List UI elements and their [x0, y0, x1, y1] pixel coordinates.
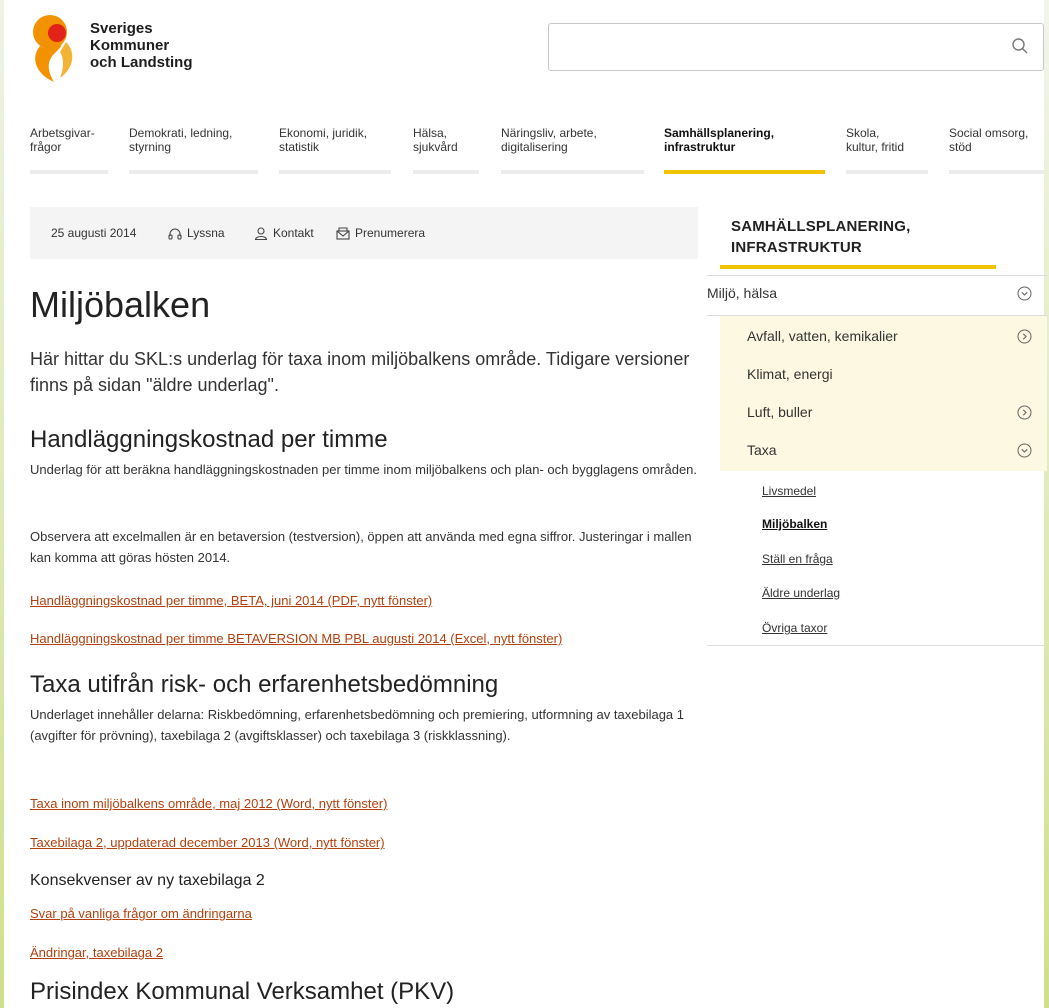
section-heading: Handläggningskostnad per timme [30, 426, 388, 453]
page-title: Miljöbalken [30, 284, 211, 325]
sidebar-subitem-livsmedel[interactable]: Livsmedel [762, 484, 816, 498]
chevron-right-circle-icon[interactable] [1017, 405, 1032, 420]
logo-line-1: Sveriges [90, 20, 153, 37]
document-link[interactable]: Taxebilaga 2, uppdaterad december 2013 (… [30, 835, 385, 850]
sidebar-heading-text: SAMHÄLLSPLANERING, INFRASTRUKTUR [731, 218, 911, 256]
logo-line-3: och Landsting [90, 54, 193, 71]
main-navigation: Arbetsgivar- frågor Demokrati, ledning, … [30, 126, 1049, 176]
subscribe-label: Prenumerera [355, 226, 426, 240]
sidebar-subitem-ovriga-taxor[interactable]: Övriga taxor [762, 621, 827, 635]
nav-item-underline [949, 170, 1044, 174]
sidebar-item-taxa[interactable]: Taxa [707, 432, 1047, 469]
sidebar-item-label: Klimat, energi [747, 366, 833, 382]
nav-item-demokrati[interactable]: Demokrati, ledning, styrning [129, 126, 258, 174]
contact-label: Kontakt [273, 226, 314, 240]
sidebar-subitem-aldre-underlag[interactable]: Äldre underlag [762, 586, 840, 600]
document-link[interactable]: Handläggningskostnad per timme, BETA, ju… [30, 593, 432, 608]
document-link[interactable]: Handläggningskostnad per timme BETAVERSI… [30, 631, 562, 646]
nav-item-underline [129, 170, 258, 174]
nav-item-underline [501, 170, 644, 174]
related-link[interactable]: Svar på vanliga frågor om ändringarna [30, 906, 252, 921]
paragraph: Underlag för att beräkna handläggningsko… [30, 462, 698, 477]
nav-item-naringsliv[interactable]: Näringsliv, arbete, digitalisering [501, 126, 644, 174]
sidebar-divider [707, 645, 1047, 646]
nav-item-underline [279, 170, 391, 174]
sidebar-subitem-stall-en-fraga[interactable]: Ställ en fråga [762, 552, 833, 566]
listen-label: Lyssna [187, 226, 225, 240]
publish-date-text: 25 augusti 2014 [51, 226, 137, 240]
contact-button[interactable]: Kontakt [254, 226, 314, 240]
sidebar-heading: SAMHÄLLSPLANERING, INFRASTRUKTUR [731, 216, 961, 258]
related-link[interactable]: Ändringar, taxebilaga 2 [30, 945, 163, 960]
sidebar-item-luft[interactable]: Luft, buller [707, 394, 1047, 431]
nav-item-skola[interactable]: Skola, kultur, fritid [846, 126, 928, 174]
chevron-down-circle-icon[interactable] [1017, 443, 1032, 458]
nav-item-label: Social omsorg, stöd [949, 126, 1029, 154]
logo-mark-icon [33, 15, 73, 82]
article-meta-bar: 25 augusti 2014 Lyssna Kontakt Prenumere… [30, 207, 698, 259]
nav-item-active-underline [664, 170, 825, 174]
headphones-icon [168, 228, 182, 240]
logo-line-2: Kommuner [90, 37, 170, 54]
sidebar-item-klimat[interactable]: Klimat, energi [707, 356, 1047, 393]
logo[interactable]: Sveriges Kommuner och Landsting [30, 12, 220, 84]
sidebar-item-label: Miljö, hälsa [707, 285, 778, 301]
subscribe-button[interactable]: Prenumerera [336, 226, 425, 240]
search-input[interactable] [561, 24, 1005, 70]
nav-item-label: Näringsliv, arbete, digitalisering [501, 126, 597, 154]
document-link[interactable]: Taxa inom miljöbalkens område, maj 2012 … [30, 796, 387, 811]
logo-text: Sveriges Kommuner och Landsting [90, 20, 193, 71]
sidebar-subitem-miljobalken[interactable]: Miljöbalken [762, 517, 827, 531]
nav-item-halsa[interactable]: Hälsa, sjukvård [413, 126, 479, 174]
sidebar-item-label: Taxa [747, 442, 777, 458]
section-heading: Prisindex Kommunal Verksamhet (PKV) [30, 978, 455, 1005]
nav-item-underline [846, 170, 928, 174]
paragraph: Underlaget innehåller delarna: Riskbedöm… [30, 707, 685, 743]
nav-item-label: Ekonomi, juridik, statistik [279, 126, 368, 154]
nav-item-label: Demokrati, ledning, styrning [129, 126, 233, 154]
nav-item-social-omsorg[interactable]: Social omsorg, stöd [949, 126, 1044, 174]
sidebar-item-miljo-halsa[interactable]: Miljö, hälsa [707, 275, 1047, 312]
sidebar-item-avfall[interactable]: Avfall, vatten, kemikalier [707, 318, 1047, 355]
nav-item-label: Arbetsgivar- frågor [30, 126, 95, 154]
section-heading: Taxa utifrån risk- och erfarenhetsbedömn… [30, 671, 499, 698]
sidebar-item-label: Avfall, vatten, kemikalier [747, 328, 898, 344]
chevron-down-circle-icon[interactable] [1017, 286, 1032, 301]
person-icon [254, 226, 268, 240]
sidebar-heading-underline [720, 265, 996, 269]
lead-text: Här hittar du SKL:s underlag för taxa in… [30, 349, 690, 395]
nav-item-arbetsgivarfragor[interactable]: Arbetsgivar- frågor [30, 126, 108, 174]
nav-item-samhallsplanering[interactable]: Samhällsplanering, infrastruktur [664, 126, 825, 174]
left-edge-decoration [0, 0, 4, 1008]
search-box [548, 23, 1044, 71]
subsection-heading: Konsekvenser av ny taxebilaga 2 [30, 872, 265, 889]
nav-item-label: Skola, kultur, fritid [846, 126, 905, 154]
listen-button[interactable]: Lyssna [168, 226, 225, 240]
envelope-icon [336, 226, 350, 240]
sidebar-item-label: Luft, buller [747, 404, 813, 420]
nav-item-ekonomi[interactable]: Ekonomi, juridik, statistik [279, 126, 391, 174]
chevron-right-circle-icon[interactable] [1017, 329, 1032, 344]
nav-item-underline [30, 170, 108, 174]
nav-item-label: Hälsa, sjukvård [413, 126, 458, 154]
paragraph: Observera att excelmallen är en betavers… [30, 529, 692, 565]
search-icon[interactable] [1011, 37, 1029, 55]
publish-date: 25 augusti 2014 [51, 226, 136, 240]
nav-item-underline [413, 170, 479, 174]
nav-item-label: Samhällsplanering, infrastruktur [664, 126, 775, 154]
